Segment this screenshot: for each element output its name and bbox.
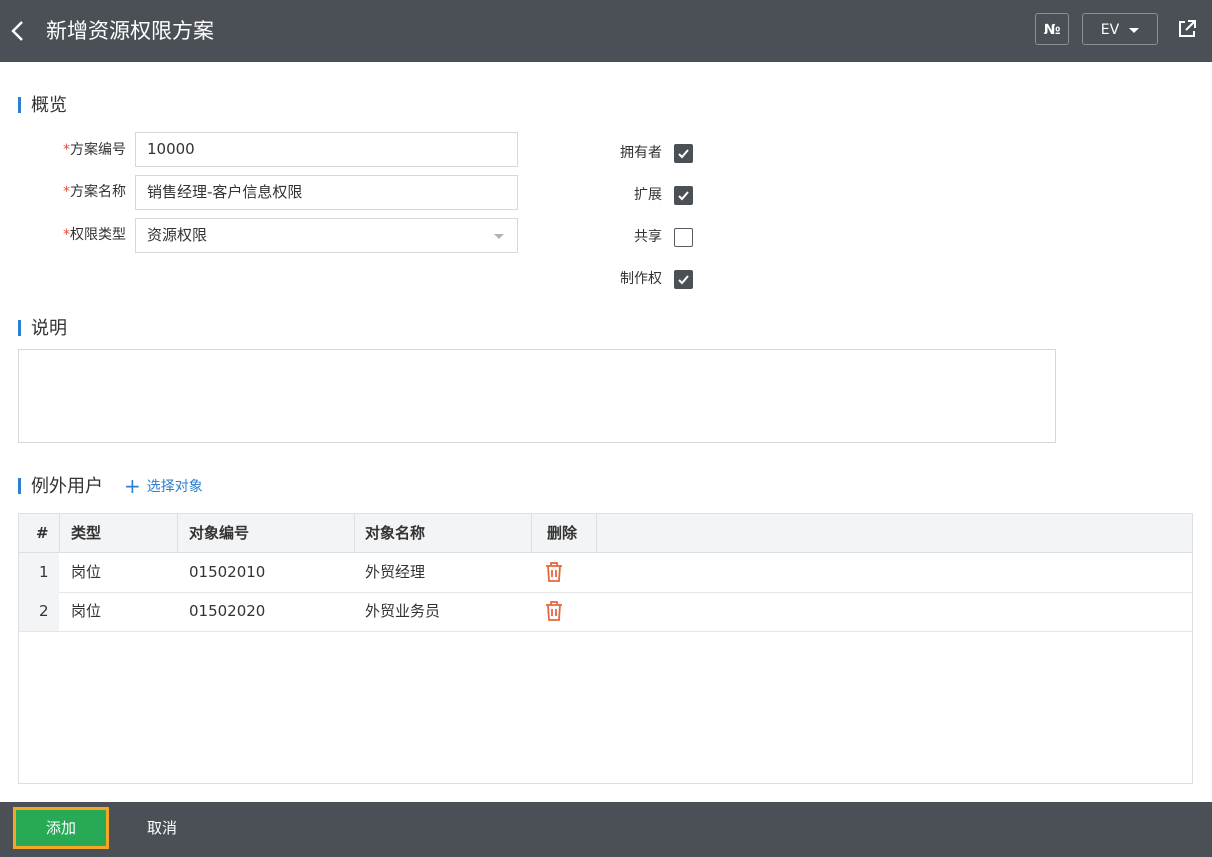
- col-code: 对象编号: [189, 524, 250, 542]
- row-code: 01502020: [189, 602, 266, 620]
- col-delete: 删除: [547, 524, 578, 542]
- overview-title-text: 概览: [31, 95, 67, 116]
- language-dropdown[interactable]: EV: [1082, 13, 1158, 45]
- row-name: 外贸经理: [365, 563, 426, 581]
- col-type: 类型: [71, 524, 102, 542]
- share-checkbox[interactable]: [674, 228, 693, 247]
- select-object-label: 选择对象: [146, 479, 203, 495]
- extend-label: 扩展: [634, 187, 662, 203]
- create-permission-checkbox[interactable]: [674, 270, 693, 289]
- language-label: EV: [1100, 22, 1120, 38]
- page-title: 新增资源权限方案: [46, 19, 214, 43]
- scheme-code-input[interactable]: 10000: [135, 132, 518, 167]
- exceptions-table: # 类型 对象编号 对象名称 删除 1 岗位 01502010 外贸经理 2 岗…: [18, 513, 1193, 784]
- select-object-link[interactable]: + 选择对象: [124, 476, 203, 497]
- back-icon[interactable]: [8, 18, 30, 44]
- col-num: #: [36, 524, 49, 542]
- caret-down-icon: [494, 234, 504, 239]
- external-link-icon[interactable]: [1176, 18, 1198, 40]
- caret-down-icon: [1129, 27, 1140, 33]
- row-code: 01502010: [189, 563, 266, 581]
- description-section-title: 说明: [18, 318, 67, 340]
- description-textarea[interactable]: [18, 349, 1056, 443]
- table-row: 1 岗位 01502010 外贸经理: [19, 553, 1192, 593]
- create-permission-label: 制作权: [620, 271, 662, 287]
- scheme-name-input[interactable]: 销售经理-客户信息权限: [135, 175, 518, 210]
- row-number: 2: [39, 602, 49, 620]
- cancel-button[interactable]: 取消: [130, 810, 194, 846]
- scheme-code-label: *方案编号: [63, 142, 126, 158]
- number-button[interactable]: №: [1035, 13, 1069, 45]
- exceptions-title-text: 例外用户: [31, 476, 103, 497]
- share-label: 共享: [634, 229, 662, 245]
- row-type: 岗位: [71, 602, 102, 620]
- trash-icon[interactable]: [544, 561, 564, 587]
- row-type: 岗位: [71, 563, 102, 581]
- permission-type-label: *权限类型: [63, 227, 126, 243]
- permission-type-value: 资源权限: [147, 226, 208, 244]
- row-name: 外贸业务员: [365, 602, 441, 620]
- row-number: 1: [39, 563, 49, 581]
- top-bar: 新增资源权限方案 № EV: [0, 0, 1212, 62]
- col-name: 对象名称: [365, 524, 426, 542]
- plus-icon: +: [124, 474, 141, 498]
- description-title-text: 说明: [31, 318, 67, 339]
- overview-section-title: 概览: [18, 95, 67, 117]
- exceptions-section-title: 例外用户: [18, 476, 103, 498]
- table-header: # 类型 对象编号 对象名称 删除: [19, 514, 1192, 553]
- extend-checkbox[interactable]: [674, 186, 693, 205]
- add-button[interactable]: 添加: [13, 807, 109, 849]
- owner-checkbox[interactable]: [674, 144, 693, 163]
- table-row: 2 岗位 01502020 外贸业务员: [19, 592, 1192, 632]
- permission-type-select[interactable]: 资源权限: [135, 218, 518, 253]
- scheme-name-label: *方案名称: [63, 184, 126, 200]
- trash-icon[interactable]: [544, 600, 564, 626]
- owner-label: 拥有者: [620, 145, 662, 161]
